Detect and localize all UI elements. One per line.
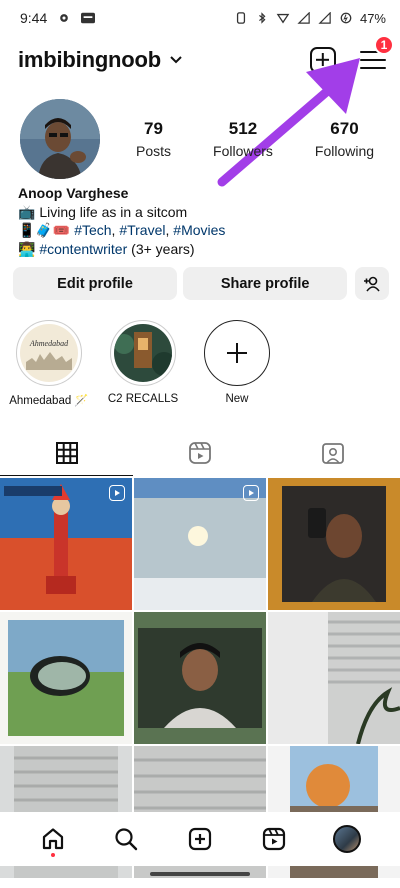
post-thumbnail[interactable] [0, 612, 132, 744]
highlight-cover-ahmedabad: Ahmedabad [20, 324, 78, 382]
nav-search[interactable] [106, 819, 146, 859]
add-highlight-icon [204, 320, 270, 386]
nav-profile[interactable] [327, 819, 367, 859]
profile-avatar[interactable] [20, 99, 100, 179]
menu-button[interactable]: 1 [360, 35, 394, 71]
nav-create[interactable] [180, 819, 220, 859]
tab-posts-grid[interactable] [0, 430, 134, 476]
following-label: Following [314, 143, 375, 159]
bio-line-2: 📱🧳🎟️ #Tech, #Travel, #Movies [18, 222, 226, 238]
reel-icon [243, 485, 259, 501]
posts-count: 79 [144, 119, 163, 138]
edit-profile-button[interactable]: Edit profile [13, 267, 178, 300]
hashtag-contentwriter[interactable]: #contentwriter [39, 241, 127, 257]
post-thumbnail[interactable] [0, 478, 132, 610]
highlight-c2-recalls[interactable]: C2 RECALLS [102, 320, 184, 416]
highlight-label: New [225, 393, 249, 405]
hashtag-tech[interactable]: #Tech [74, 222, 111, 238]
search-icon [115, 828, 138, 851]
gear-icon [60, 14, 69, 22]
highlight-cover-c2 [114, 324, 172, 382]
post-thumbnail[interactable] [134, 478, 266, 610]
tab-reels[interactable] [133, 430, 266, 476]
battery-icon [340, 12, 352, 24]
status-bar: 9:44 47% [0, 0, 400, 36]
reel-icon [109, 485, 125, 501]
bio-emoji-prefix-2: 👨‍💻 [18, 240, 40, 257]
notification-badge: 1 [374, 35, 394, 55]
posts-label: Posts [136, 143, 172, 159]
bio-emoji-prefix: 📱🧳🎟️ [18, 222, 75, 238]
grid-icon [55, 442, 78, 464]
status-time: 9:44 [20, 10, 48, 26]
profile-summary: 79 Posts 512 Followers 670 Following [20, 98, 380, 180]
story-highlights: Ahmedabad Ahmedabad 🪄 C2 RECALLS New [8, 320, 388, 416]
bio-line-1: 📺 Living life as in a sitcom [18, 203, 188, 220]
stat-posts[interactable]: 79 Posts [136, 119, 171, 159]
highlight-new[interactable]: New [196, 320, 278, 416]
mute-icon [236, 12, 246, 24]
highlight-ahmedabad[interactable]: Ahmedabad Ahmedabad 🪄 [8, 320, 90, 416]
followers-label: Followers [213, 143, 273, 159]
post-thumbnail[interactable] [268, 612, 400, 744]
reels-nav-icon [262, 827, 285, 851]
signal-icon [297, 12, 310, 24]
highlight-cover-text: Ahmedabad [29, 339, 69, 348]
create-post-button[interactable] [310, 47, 336, 73]
followers-count: 512 [228, 119, 258, 138]
username[interactable]: imbibingnoob [18, 47, 161, 73]
profile-actions: Edit profile Share profile [13, 267, 389, 300]
profile-avatar-small [333, 825, 362, 853]
share-profile-button[interactable]: Share profile [183, 267, 348, 300]
post-thumbnail[interactable] [134, 612, 266, 744]
content-tabs [0, 430, 400, 476]
bottom-navigation [0, 812, 400, 866]
reels-icon [189, 442, 211, 464]
wifi-icon [276, 13, 290, 24]
nav-home[interactable] [33, 819, 73, 859]
highlight-label: C2 RECALLS [107, 393, 179, 405]
create-icon [188, 827, 212, 851]
signal-icon-2 [318, 12, 331, 24]
bio-line-3-suffix: (3+ years) [127, 240, 195, 257]
nav-reels[interactable] [254, 819, 294, 859]
tagged-icon [322, 443, 345, 464]
profile-bio: Anoop Varghese 📺 Living life as in a sit… [18, 184, 378, 258]
chevron-down-icon[interactable] [169, 55, 183, 65]
tab-tagged[interactable] [267, 430, 400, 476]
home-indicator [150, 872, 250, 876]
stat-following[interactable]: 670 Following [315, 119, 374, 159]
stat-followers[interactable]: 512 Followers [213, 119, 273, 159]
following-count: 670 [330, 119, 359, 138]
unread-dot [50, 853, 55, 857]
notification-icon [81, 12, 96, 24]
battery-level: 47% [359, 10, 386, 26]
hashtag-movies[interactable]: #Movies [173, 222, 225, 238]
hashtag-travel[interactable]: #Travel [119, 222, 165, 238]
post-thumbnail[interactable] [268, 478, 400, 610]
add-person-icon [364, 276, 380, 292]
display-name: Anoop Varghese [18, 185, 129, 201]
discover-people-button[interactable] [355, 267, 389, 300]
home-icon [42, 828, 63, 850]
bio-line-3: 👨‍💻 #contentwriter (3+ years) [18, 240, 378, 259]
bluetooth-icon [259, 12, 266, 24]
highlight-label: Ahmedabad 🪄 [9, 395, 89, 407]
profile-header: imbibingnoob 1 [18, 35, 394, 80]
